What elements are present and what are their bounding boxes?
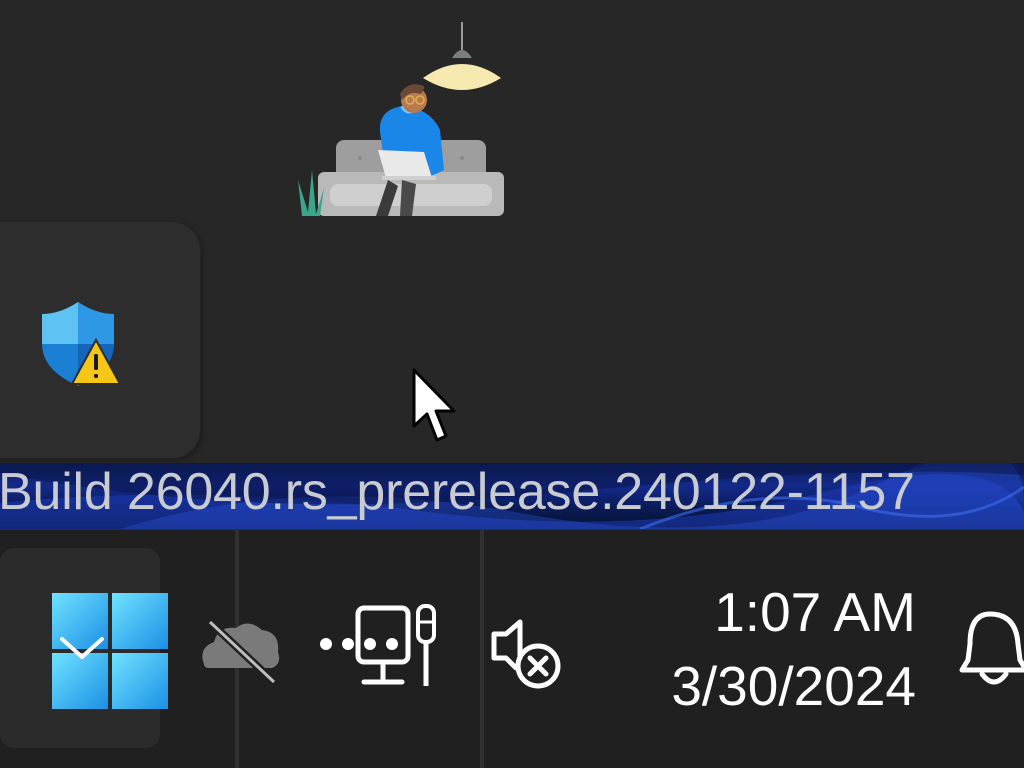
volume-muted-icon[interactable] [488,616,566,690]
onedrive-offline-icon[interactable] [196,612,284,685]
build-version-text: Build 26040.rs_prerelease.240122-1157 [0,463,915,521]
person-on-couch-illustration [290,20,510,220]
screen: Build 26040.rs_prerelease.240122-1157 1:… [0,0,1024,768]
clock-time: 1:07 AM [714,581,916,643]
taskbar-clock[interactable]: 1:07 AM 3/30/2024 [671,575,916,723]
windows-start-icon[interactable] [52,593,168,709]
taskbar-divider [480,529,484,768]
bell-icon[interactable] [956,608,1024,688]
windows-security-warning-icon[interactable] [40,300,124,390]
clock-date: 3/30/2024 [671,655,916,717]
network-disconnected-icon[interactable] [318,604,446,694]
mouse-pointer-icon [410,368,462,446]
build-watermark: Build 26040.rs_prerelease.240122-1157 [0,463,1024,529]
